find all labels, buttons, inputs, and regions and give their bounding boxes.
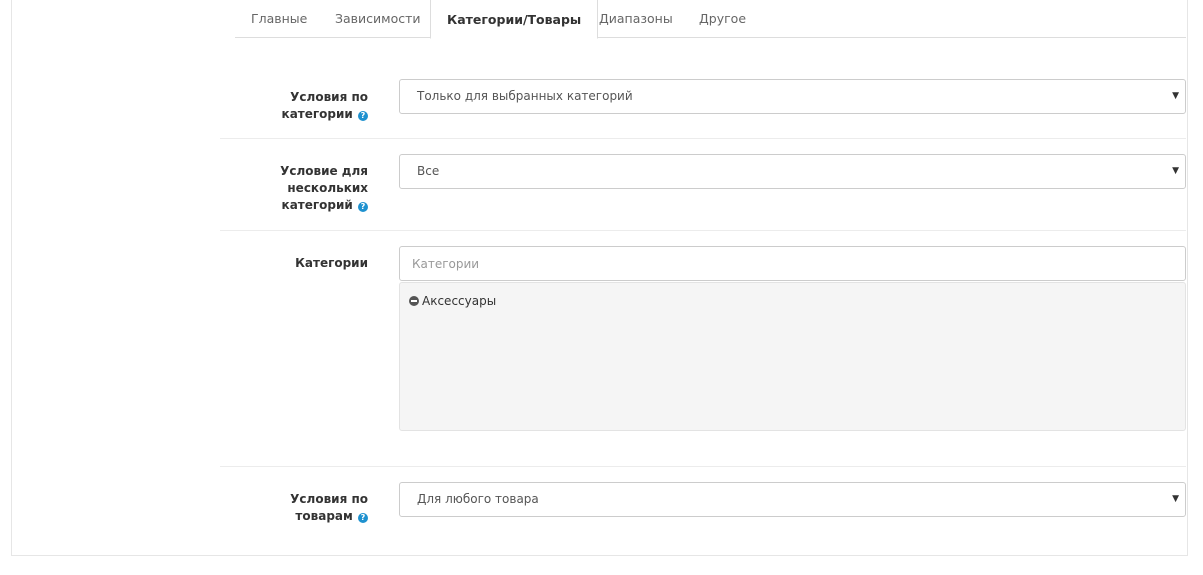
selected-categories-list: Аксессуары [399, 282, 1186, 431]
tab-categories-products[interactable]: Категории/Товары [430, 0, 599, 39]
caret-down-icon: ▼ [1172, 166, 1179, 176]
minus-circle-icon[interactable] [409, 296, 419, 306]
product-condition-label: Условия по товарам ? [220, 491, 368, 525]
label-text: категории [281, 107, 353, 121]
caret-down-icon: ▼ [1172, 91, 1179, 101]
category-name: Аксессуары [422, 294, 497, 308]
label-text: Категории [295, 256, 368, 270]
help-icon[interactable]: ? [358, 111, 368, 121]
multi-category-condition-select[interactable]: Все ▼ [399, 154, 1186, 189]
select-value: Все [417, 164, 440, 178]
tab-bar: Главные Зависимости Категории/Товары Диа… [235, 0, 1186, 39]
label-text: категорий [281, 198, 353, 212]
tab-other[interactable]: Другое [683, 0, 762, 38]
tab-dependencies[interactable]: Зависимости [319, 0, 437, 38]
settings-panel: Главные Зависимости Категории/Товары Диа… [11, 0, 1188, 556]
help-icon[interactable]: ? [358, 202, 368, 212]
product-condition-select[interactable]: Для любого товара ▼ [399, 482, 1186, 517]
label-text: Условия по [290, 90, 368, 104]
category-condition-select[interactable]: Только для выбранных категорий ▼ [399, 79, 1186, 114]
select-value: Только для выбранных категорий [417, 89, 633, 103]
tab-main[interactable]: Главные [235, 0, 323, 38]
label-text: нескольких [287, 181, 368, 195]
help-icon[interactable]: ? [358, 513, 368, 523]
category-condition-label: Условия по категории ? [220, 89, 368, 123]
tab-ranges[interactable]: Диапазоны [583, 0, 689, 38]
form-row-product-condition: Условия по товарам ? Для любого товара ▼ [220, 467, 1186, 547]
form-row-category-condition: Условия по категории ? Только для выбран… [220, 63, 1186, 139]
form-row-categories: Категории Аксессуары [220, 231, 1186, 467]
label-text: Условия по [290, 492, 368, 506]
caret-down-icon: ▼ [1172, 494, 1179, 504]
label-text: Условие для [280, 164, 368, 178]
form-row-multi-category-condition: Условие для нескольких категорий ? Все ▼ [220, 139, 1186, 231]
label-text: товарам [295, 509, 353, 523]
list-item: Аксессуары [409, 293, 496, 309]
select-value: Для любого товара [417, 492, 539, 506]
categories-label: Категории [220, 255, 368, 272]
multi-category-condition-label: Условие для нескольких категорий ? [220, 163, 368, 214]
categories-autocomplete-input[interactable] [399, 246, 1186, 281]
